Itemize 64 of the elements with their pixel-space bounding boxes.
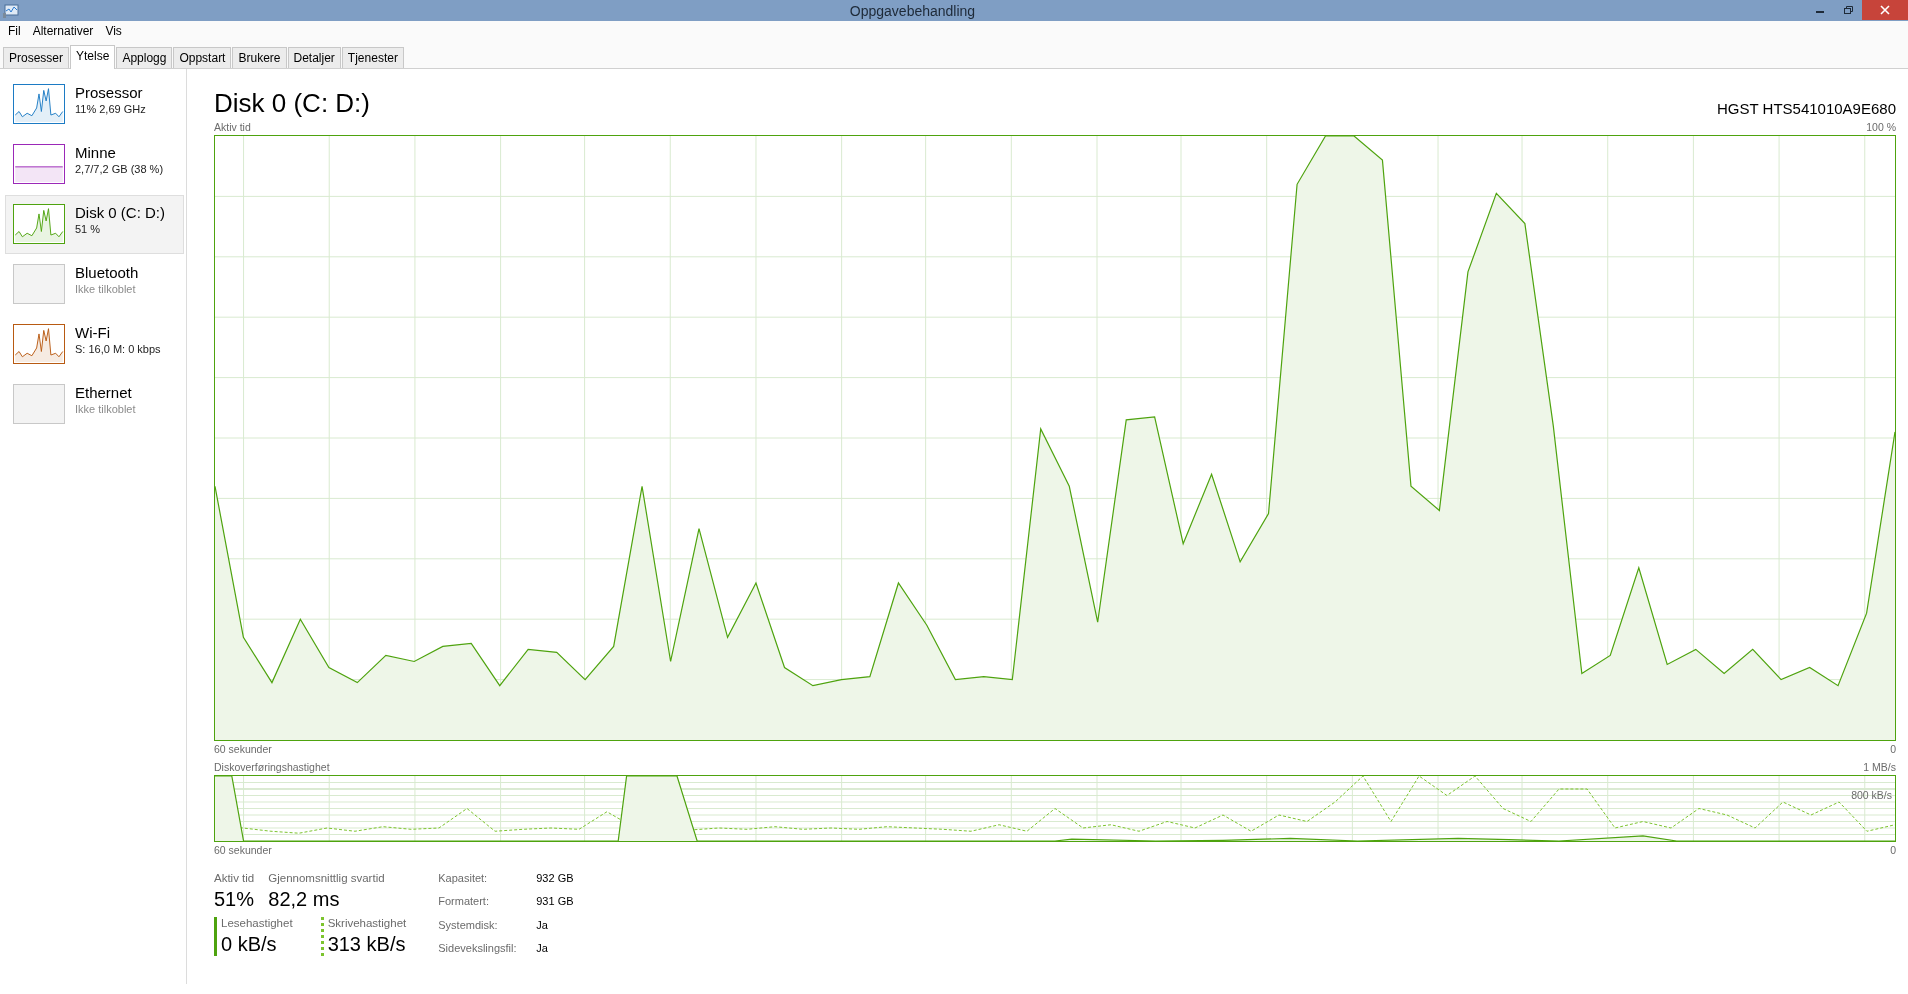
sidebar-item[interactable]: Wi-Fi S: 16,0 M: 0 kbps	[5, 315, 184, 374]
property-label: Sidevekslingsfil:	[438, 941, 518, 956]
empty-graph-thumbnail	[13, 264, 65, 304]
sidebar-item[interactable]: Bluetooth Ikke tilkoblet	[5, 255, 184, 314]
axis-label: 60 sekunder	[214, 743, 272, 757]
item-detail: Ikke tilkoblet	[75, 402, 136, 417]
solid-legend-line	[214, 917, 217, 956]
close-button[interactable]	[1862, 0, 1908, 20]
chart-label: Diskoverføringshastighet	[214, 761, 330, 775]
close-icon	[1880, 5, 1890, 15]
disk-model: HGST HTS541010A9E680	[1717, 100, 1896, 119]
item-name: Wi-Fi	[75, 324, 111, 342]
property-label: Kapasitet:	[438, 872, 489, 886]
stat-value: 313 kB/s	[327, 933, 407, 956]
tab[interactable]: Detaljer	[287, 47, 341, 68]
property-value: 931 GB	[536, 895, 574, 910]
property-value: Ja	[536, 941, 549, 956]
property-label: Systemdisk:	[438, 918, 499, 933]
tab[interactable]: Tjenester	[341, 47, 404, 68]
axis-label: 100 %	[1866, 121, 1896, 135]
monitor-icon	[3, 3, 19, 18]
property-label: Formatert:	[438, 895, 490, 910]
axis-label: 800 kB/s	[1851, 789, 1892, 801]
item-name: Prosessor	[75, 84, 144, 102]
tab[interactable]: Ytelse	[70, 45, 116, 69]
item-detail: 2,7/7,2 GB (38 %)	[75, 162, 164, 177]
axis-label: 0	[1890, 743, 1896, 757]
sidebar-item[interactable]: Minne 2,7/7,2 GB (38 %)	[5, 135, 184, 194]
menu-item[interactable]: Alternativer	[32, 24, 94, 38]
axis-label: 1 MB/s	[1863, 761, 1896, 775]
stat-value: 0 kB/s	[221, 933, 278, 956]
sidebar-item[interactable]: Ethernet Ikke tilkoblet	[5, 375, 184, 434]
tab[interactable]: Brukere	[232, 47, 287, 68]
menu-item[interactable]: Fil	[8, 24, 21, 38]
tab[interactable]: Applogg	[116, 47, 173, 68]
sidebar-item[interactable]: Prosessor 11% 2,69 GHz	[5, 75, 184, 134]
stat-label: Lesehastighet	[221, 917, 293, 929]
stat-value: 51%	[214, 888, 255, 911]
item-detail: 51 %	[75, 222, 102, 237]
item-name: Disk 0 (C: D:)	[75, 204, 165, 222]
axis-label: 0	[1890, 844, 1896, 858]
sidebar-item[interactable]: Disk 0 (C: D:) 51 %	[5, 195, 184, 254]
restore-icon	[1843, 5, 1853, 15]
property-value: Ja	[536, 918, 549, 933]
empty-graph-thumbnail	[13, 384, 65, 424]
disk-title: Disk 0 (C: D:)	[214, 88, 370, 119]
item-name: Minne	[75, 144, 117, 162]
chart-label: Aktiv tid	[214, 121, 251, 135]
axis-label: 60 sekunder	[214, 844, 272, 858]
item-name: Bluetooth	[75, 264, 139, 282]
item-name: Ethernet	[75, 384, 133, 402]
stat-label: Aktiv tid	[214, 872, 255, 884]
item-detail: 11% 2,69 GHz	[75, 102, 146, 117]
stat-label: Gjennomsnittlig svartid	[268, 872, 385, 884]
window-title: Oppgavebehandling	[848, 2, 977, 19]
menu-item[interactable]: Vis	[105, 24, 122, 38]
item-detail: S: 16,0 M: 0 kbps	[75, 342, 161, 357]
tab[interactable]: Oppstart	[173, 47, 232, 68]
tab[interactable]: Prosesser	[3, 47, 70, 68]
dotted-legend-line	[320, 917, 324, 956]
item-detail: Ikke tilkoblet	[75, 282, 137, 297]
stat-label: Skrivehastighet	[327, 917, 407, 929]
property-value: 932 GB	[536, 872, 574, 886]
stat-value: 82,2 ms	[268, 888, 341, 911]
